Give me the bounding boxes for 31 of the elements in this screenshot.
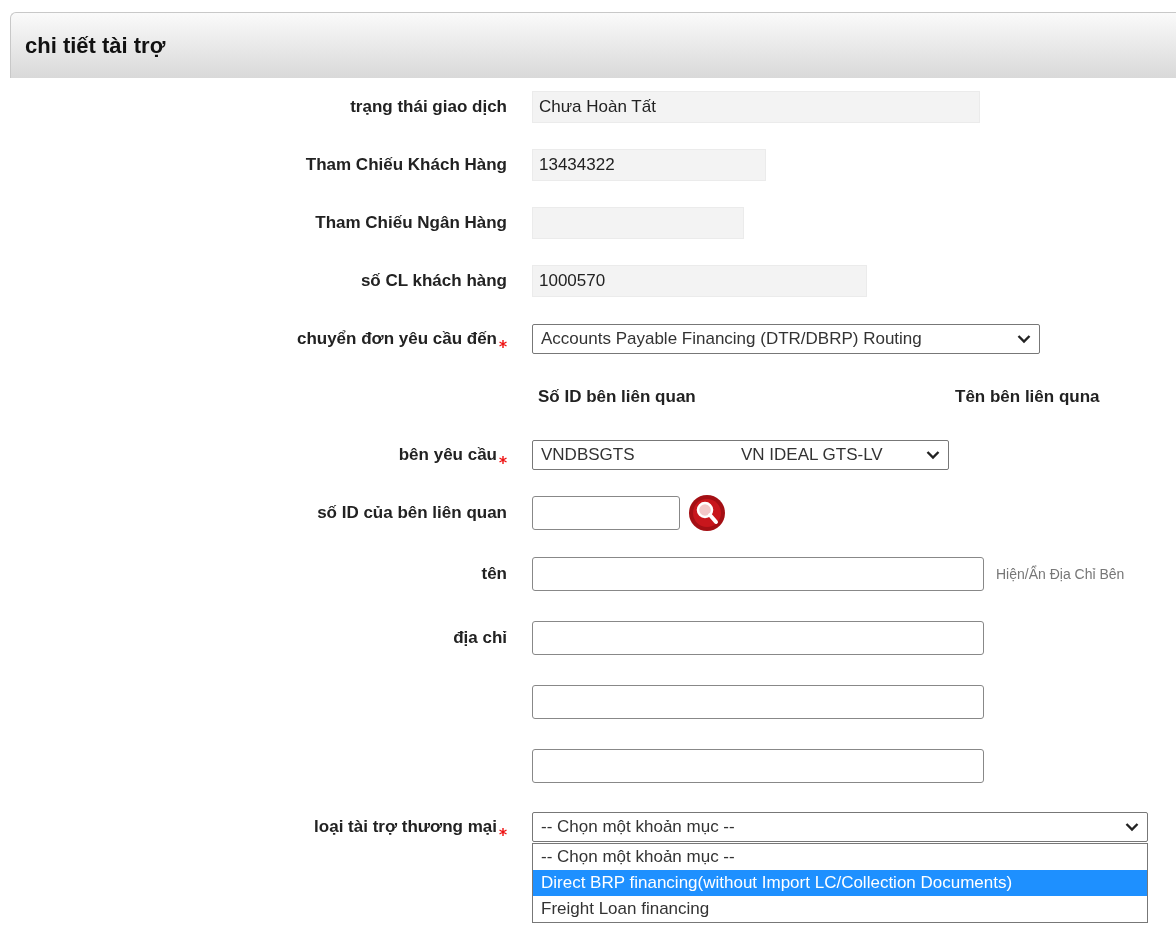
chevron-down-icon — [1017, 334, 1031, 344]
field-label: trạng thái giao dịch — [350, 96, 507, 119]
field-label: Tham Chiếu Khách Hàng — [305, 154, 507, 177]
field-label: chuyển đơn yêu cầu đến — [296, 328, 497, 351]
field-label: địa chỉ — [453, 627, 507, 650]
dropdown-select[interactable]: Accounts Payable Financing (DTR/DBRP) Routing — [532, 324, 1040, 354]
dropdown-option[interactable]: Freight Loan financing — [533, 896, 1147, 922]
column-heading: Tên bên liên quna — [955, 386, 1100, 409]
toggle-address-link[interactable]: Hiện/Ẩn Địa Chỉ Bên — [996, 563, 1125, 585]
input-field[interactable] — [532, 685, 984, 719]
field-label: Tham Chiếu Ngân Hàng — [315, 212, 507, 235]
field-label: bên yêu cầu — [398, 444, 497, 467]
dropdown-select[interactable]: VNDBSGTS VN IDEAL GTS-LV — [532, 440, 949, 470]
readonly-field: 13434322 — [532, 149, 766, 181]
chevron-down-icon — [1125, 822, 1139, 832]
input-field[interactable] — [532, 496, 680, 530]
input-field[interactable] — [532, 557, 984, 591]
input-field[interactable] — [532, 749, 984, 783]
field-label: tên — [481, 563, 507, 586]
search-icon[interactable] — [688, 494, 726, 532]
readonly-field: 1000570 — [532, 265, 867, 297]
field-label: số CL khách hàng — [360, 270, 507, 293]
field-label: loại tài trợ thương mại — [314, 816, 497, 839]
column-heading: Số ID bên liên quan — [537, 386, 697, 409]
field-label: số ID của bên liên quan — [317, 502, 507, 525]
panel-title: chi tiết tài trợ — [25, 32, 166, 60]
dropdown-option[interactable]: -- Chọn một khoản mục -- — [533, 844, 1147, 870]
chevron-down-icon — [926, 450, 940, 460]
input-field[interactable] — [532, 621, 984, 655]
readonly-field: Chưa Hoàn Tất — [532, 91, 980, 123]
dropdown-select[interactable]: -- Chọn một khoản mục -- — [532, 812, 1148, 842]
